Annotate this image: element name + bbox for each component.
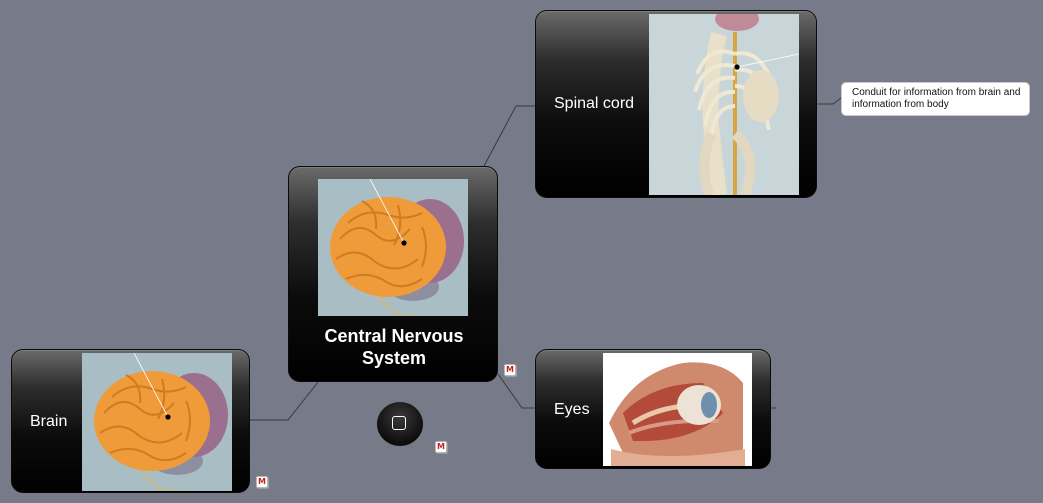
node-label-spinal-cord: Spinal cord <box>554 95 635 112</box>
spinal-cord-note: Conduit for information from brain and i… <box>841 82 1030 116</box>
eyes-image <box>603 353 752 466</box>
note-badge-icon[interactable]: M <box>435 441 447 453</box>
spinal-cord-image <box>649 14 799 195</box>
node-label-brain: Brain <box>30 413 68 430</box>
node-spinal-cord[interactable]: Spinal cord <box>535 10 817 198</box>
connector-spinal-note <box>817 97 842 105</box>
node-brain[interactable]: Brain <box>11 349 250 493</box>
note-badge-icon[interactable]: M <box>504 364 516 376</box>
node-eyes[interactable]: Eyes <box>535 349 771 469</box>
node-central-nervous-system[interactable]: Central Nervous System <box>288 166 498 382</box>
connector-central-spinal <box>483 105 535 167</box>
floating-square-button[interactable] <box>377 402 423 446</box>
central-node-label: Central Nervous System <box>324 326 464 368</box>
brain-image <box>82 353 232 491</box>
note-badge-icon[interactable]: M <box>256 476 268 488</box>
node-label-eyes: Eyes <box>554 401 590 418</box>
square-icon <box>392 416 406 430</box>
connector-central-eyes <box>497 373 535 409</box>
central-brain-image <box>318 179 468 316</box>
connector-central-brain <box>250 381 319 421</box>
